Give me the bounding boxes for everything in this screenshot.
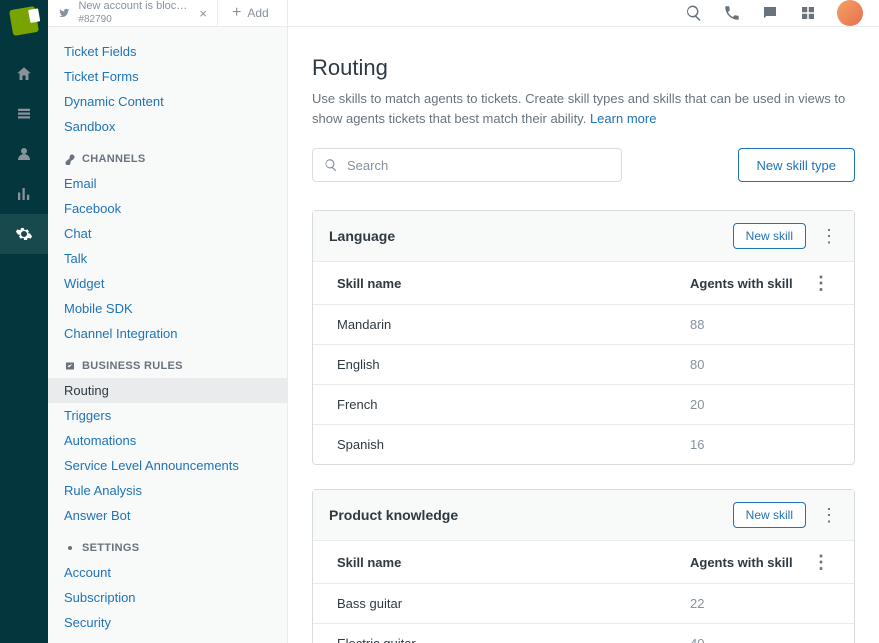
sidebar-item-account[interactable]: Account — [48, 560, 287, 585]
sidebar-item-email[interactable]: Email — [48, 171, 287, 196]
learn-more-link[interactable]: Learn more — [590, 111, 656, 126]
top-bar — [288, 0, 879, 27]
main-area: Routing Use skills to match agents to ti… — [288, 0, 879, 643]
skill-agent-count: 22 — [690, 596, 810, 611]
col-skill-name: Skill name — [337, 555, 690, 570]
add-tab-label: Add — [247, 6, 268, 20]
tab-bar: New account is blocking... #82790 × + Ad… — [48, 0, 287, 27]
kebab-icon[interactable]: ⋮ — [812, 273, 830, 293]
rail-views[interactable] — [0, 94, 48, 134]
close-icon[interactable]: × — [199, 6, 207, 21]
sidebar-item-facebook[interactable]: Facebook — [48, 196, 287, 221]
plus-icon: + — [232, 4, 241, 22]
sidebar-item-routing[interactable]: Routing — [48, 378, 287, 403]
kebab-icon[interactable]: ⋮ — [820, 227, 838, 245]
skill-agent-count: 20 — [690, 397, 810, 412]
skill-row[interactable]: French20 — [313, 384, 854, 424]
rail-admin[interactable] — [0, 214, 48, 254]
twitter-icon — [58, 6, 70, 20]
page-description: Use skills to match agents to tickets. C… — [312, 89, 855, 128]
sidebar-item-sandbox[interactable]: Sandbox — [48, 114, 287, 139]
apps-icon[interactable] — [799, 4, 817, 22]
list-icon — [15, 105, 33, 123]
skill-row[interactable]: Spanish16 — [313, 424, 854, 464]
sidebar-item-dynamic-content[interactable]: Dynamic Content — [48, 89, 287, 114]
nav-rail — [0, 0, 48, 643]
section-rules: BUSINESS RULES — [48, 346, 287, 378]
home-icon — [15, 65, 33, 83]
sidebar-group-top: Ticket FieldsTicket FormsDynamic Content… — [48, 39, 287, 139]
skill-row[interactable]: English80 — [313, 344, 854, 384]
gear-small-icon — [64, 542, 76, 554]
skill-name: Bass guitar — [337, 596, 690, 611]
users-icon — [15, 145, 33, 163]
skill-group-card: Language New skill ⋮ Skill nameAgents with … — [312, 210, 855, 465]
new-skill-type-button[interactable]: New skill type — [738, 148, 855, 182]
ticket-tab[interactable]: New account is blocking... #82790 × — [48, 0, 218, 26]
avatar[interactable] — [837, 0, 863, 26]
col-agents: Agents with skill — [690, 276, 810, 291]
skill-agent-count: 40 — [690, 636, 810, 643]
skill-group-title: Product knowledge — [329, 507, 458, 523]
sidebar-item-widget[interactable]: Widget — [48, 271, 287, 296]
skill-agent-count: 16 — [690, 437, 810, 452]
skill-group-card: Product knowledge New skill ⋮ Skill nameAge… — [312, 489, 855, 643]
skill-name: Spanish — [337, 437, 690, 452]
sidebar-item-automations[interactable]: Automations — [48, 428, 287, 453]
rail-reports[interactable] — [0, 174, 48, 214]
sidebar-item-service-level-announcements[interactable]: Service Level Announcements — [48, 453, 287, 478]
phone-icon[interactable] — [723, 4, 741, 22]
sidebar-item-subscription[interactable]: Subscription — [48, 585, 287, 610]
search-field — [312, 148, 622, 182]
skill-row[interactable]: Electric guitar40 — [313, 623, 854, 643]
col-agents: Agents with skill — [690, 555, 810, 570]
skill-row[interactable]: Bass guitar22 — [313, 583, 854, 623]
search-input[interactable] — [312, 148, 622, 182]
add-tab-button[interactable]: + Add — [218, 4, 283, 22]
skill-name: French — [337, 397, 690, 412]
sidebar-item-channel-integration[interactable]: Channel Integration — [48, 321, 287, 346]
rail-customers[interactable] — [0, 134, 48, 174]
check-icon — [64, 360, 76, 372]
skill-name: Electric guitar — [337, 636, 690, 643]
sidebar-item-answer-bot[interactable]: Answer Bot — [48, 503, 287, 528]
settings-sidebar: New account is blocking... #82790 × + Ad… — [48, 0, 288, 643]
col-skill-name: Skill name — [337, 276, 690, 291]
kebab-icon[interactable]: ⋮ — [812, 552, 830, 572]
sidebar-item-security[interactable]: Security — [48, 610, 287, 635]
chat-icon[interactable] — [761, 4, 779, 22]
sidebar-item-triggers[interactable]: Triggers — [48, 403, 287, 428]
rail-home[interactable] — [0, 54, 48, 94]
search-icon[interactable] — [685, 4, 703, 22]
skill-name: Mandarin — [337, 317, 690, 332]
link-icon — [64, 153, 76, 165]
tab-subtitle: #82790 — [78, 14, 111, 25]
page-title: Routing — [312, 55, 855, 81]
skill-group-title: Language — [329, 228, 395, 244]
skill-row[interactable]: Mandarin88 — [313, 304, 854, 344]
new-skill-button[interactable]: New skill — [733, 223, 806, 249]
section-channels: CHANNELS — [48, 139, 287, 171]
sidebar-item-ticket-forms[interactable]: Ticket Forms — [48, 64, 287, 89]
sidebar-item-talk[interactable]: Talk — [48, 246, 287, 271]
skill-name: English — [337, 357, 690, 372]
section-settings: SETTINGS — [48, 528, 287, 560]
new-skill-button[interactable]: New skill — [733, 502, 806, 528]
skill-agent-count: 80 — [690, 357, 810, 372]
kebab-icon[interactable]: ⋮ — [820, 506, 838, 524]
gear-icon — [15, 225, 33, 243]
sidebar-item-chat[interactable]: Chat — [48, 221, 287, 246]
search-input-icon — [324, 158, 338, 172]
skill-agent-count: 88 — [690, 317, 810, 332]
tab-title: New account is blocking... — [78, 0, 191, 13]
sidebar-item-mobile-sdk[interactable]: Mobile SDK — [48, 296, 287, 321]
brand-logo[interactable] — [9, 6, 39, 36]
sidebar-item-rule-analysis[interactable]: Rule Analysis — [48, 478, 287, 503]
sidebar-item-ticket-fields[interactable]: Ticket Fields — [48, 39, 287, 64]
bars-icon — [15, 185, 33, 203]
